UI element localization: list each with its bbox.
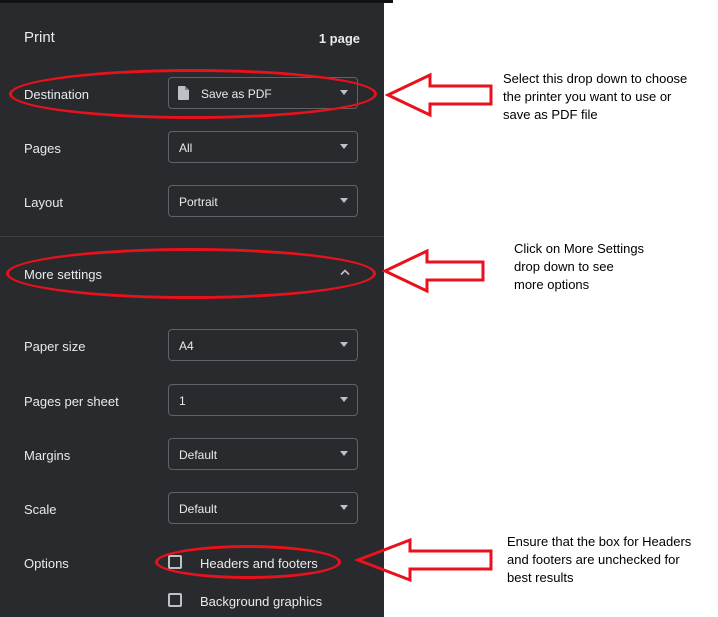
- note-line: save as PDF file: [503, 107, 598, 122]
- pages-label: Pages: [24, 141, 61, 156]
- chevron-down-icon: [340, 198, 348, 203]
- pages-select[interactable]: All: [168, 131, 358, 163]
- margins-value: Default: [179, 448, 218, 462]
- note-line: best results: [507, 570, 574, 585]
- destination-arrow-icon: [385, 72, 493, 118]
- background-graphics-label[interactable]: Background graphics: [200, 594, 322, 609]
- paper-size-select[interactable]: A4: [168, 329, 358, 361]
- paper-size-value: A4: [179, 339, 194, 353]
- chevron-down-icon: [340, 342, 348, 347]
- chevron-down-icon: [340, 451, 348, 456]
- note-line: more options: [514, 277, 590, 292]
- scale-label: Scale: [24, 502, 57, 517]
- options-label: Options: [24, 556, 69, 571]
- chevron-down-icon: [340, 144, 348, 149]
- headers-footers-highlight: [155, 545, 341, 579]
- background-graphics-checkbox[interactable]: [168, 593, 182, 607]
- pages-per-sheet-label: Pages per sheet: [24, 394, 119, 409]
- note-line: Click on More Settings: [514, 241, 645, 256]
- print-title: Print: [24, 29, 55, 46]
- pages-per-sheet-select[interactable]: 1: [168, 384, 358, 416]
- note-line: drop down to see: [514, 259, 614, 274]
- note-line: Ensure that the box for Headers: [507, 534, 692, 549]
- chevron-down-icon: [340, 397, 348, 402]
- pages-per-sheet-value: 1: [179, 394, 186, 408]
- note-line: Select this drop down to choose: [503, 71, 688, 86]
- top-border: [0, 0, 393, 3]
- paper-size-label: Paper size: [24, 339, 86, 354]
- layout-select[interactable]: Portrait: [168, 185, 358, 217]
- scale-select[interactable]: Default: [168, 492, 358, 524]
- pages-value: All: [179, 141, 193, 155]
- margins-label: Margins: [24, 448, 71, 463]
- headers-footers-note: Ensure that the box for Headers and foot…: [507, 533, 691, 587]
- margins-select[interactable]: Default: [168, 438, 358, 470]
- headers-footers-arrow-icon: [355, 537, 493, 583]
- destination-note: Select this drop down to choose the prin…: [503, 70, 687, 124]
- layout-value: Portrait: [179, 195, 218, 209]
- note-line: the printer you want to use or: [503, 89, 672, 104]
- divider: [0, 236, 384, 237]
- more-settings-highlight: [6, 248, 376, 299]
- destination-highlight: [9, 69, 377, 119]
- chevron-down-icon: [340, 505, 348, 510]
- layout-label: Layout: [24, 195, 64, 210]
- more-settings-arrow-icon: [382, 248, 485, 294]
- note-line: and footers are unchecked for: [507, 552, 680, 567]
- page-count: 1 page: [318, 31, 360, 46]
- more-settings-note: Click on More Settings drop down to see …: [514, 240, 644, 294]
- scale-value: Default: [179, 502, 218, 516]
